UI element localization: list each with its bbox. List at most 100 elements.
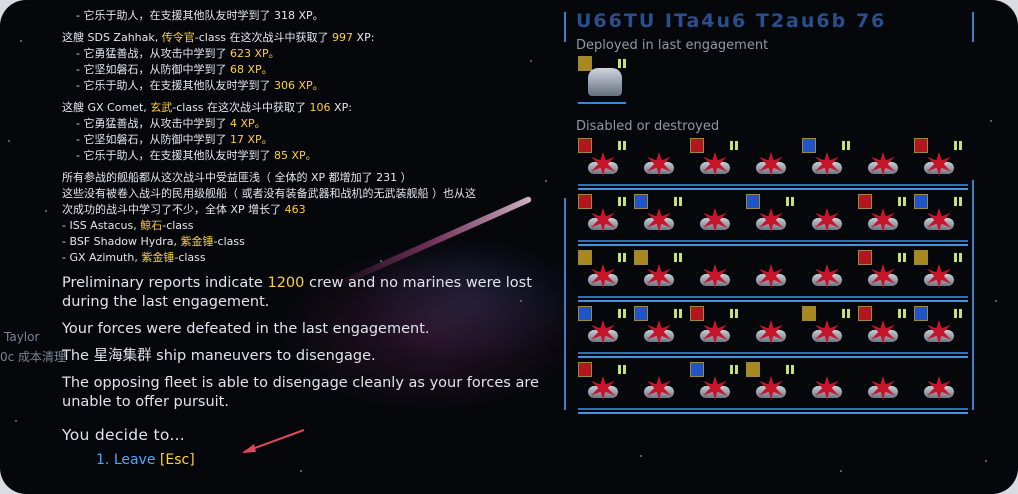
xp-line: - 它乐于助人，在支援其他队友时学到了 306 XP。 <box>62 78 562 94</box>
civilian-ship-text: -class <box>213 235 245 248</box>
status-icon <box>842 309 850 318</box>
wreck-icon <box>866 262 900 290</box>
option-number: 1. <box>96 452 110 468</box>
destroyed-ship-cell[interactable] <box>576 194 630 246</box>
destroyed-ship-cell[interactable] <box>800 306 854 358</box>
xp-line: - 它勇猛善战，从攻击中学到了 623 XP。 <box>62 46 562 62</box>
destroyed-ship-cell[interactable] <box>688 250 742 302</box>
destroyed-ship-cell[interactable] <box>744 362 798 414</box>
destroyed-ship-cell[interactable] <box>744 306 798 358</box>
ship-xp-text: XP: <box>330 101 352 114</box>
wreck-icon <box>810 150 844 178</box>
wreck-icon <box>922 262 956 290</box>
xp-line-text: - 它乐于助人，在支援其他队友时学到了 <box>76 79 274 92</box>
wreck-icon <box>866 374 900 402</box>
wreck-icon <box>586 150 620 178</box>
xp-line-text: - 它勇猛善战，从攻击中学到了 <box>76 47 230 60</box>
status-icon <box>898 253 906 262</box>
wreck-icon <box>754 374 788 402</box>
destroyed-ship-cell[interactable] <box>688 306 742 358</box>
combat-report: - 它乐于助人，在支援其他队友时学到了 318 XP。 这艘 SDS Zahha… <box>62 8 562 468</box>
xp-line: - 它乐于助人，在支援其他队友时学到了 85 XP。 <box>62 148 562 164</box>
destroyed-ship-cell[interactable] <box>856 250 910 302</box>
civilian-line-2: 次成功的战斗中学习了不少，全体 XP 增长了 463 <box>62 203 306 216</box>
status-icon <box>674 253 682 262</box>
destroyed-ship-cell[interactable] <box>856 194 910 246</box>
status-icon <box>898 197 906 206</box>
deployed-ship[interactable] <box>576 56 630 108</box>
narrative-defeat: Your forces were defeated in the last en… <box>62 321 430 337</box>
hull-bar <box>578 102 626 104</box>
wreck-icon <box>642 262 676 290</box>
civilian-ship-text: - GX Azimuth, <box>62 251 142 264</box>
destroyed-ship-cell[interactable] <box>632 194 686 246</box>
rank-badge-icon <box>578 56 592 71</box>
wreck-icon <box>754 262 788 290</box>
destroyed-ship-cell[interactable] <box>856 362 910 414</box>
civilian-ship-text: -class <box>174 251 206 264</box>
wreck-icon <box>698 262 732 290</box>
narrative-disengage: The 星海集群 ship maneuvers to disengage. <box>62 348 376 364</box>
civilian-ship-text: -class <box>162 219 194 232</box>
destroyed-ship-cell[interactable] <box>856 306 910 358</box>
pointer-arrow-icon <box>242 429 305 453</box>
wreck-icon <box>754 318 788 346</box>
option-hotkey: [Esc] <box>159 452 195 468</box>
fleet-panel: U66TU ITa4u6 T2au6b 76 Deployed in last … <box>562 0 982 420</box>
ship-xp-list: 这艘 SDS Zahhak, 传令官-class 在这次战斗中获取了 997 X… <box>62 30 562 164</box>
civilian-ship-text: 紫金锤 <box>141 251 175 264</box>
destroyed-ship-cell[interactable] <box>576 138 630 190</box>
xp-line-value: 17 XP。 <box>229 133 273 146</box>
ship-xp-block: 这艘 SDS Zahhak, 传令官-class 在这次战斗中获取了 997 X… <box>62 30 562 94</box>
leave-option[interactable]: 1. Leave [Esc] <box>96 452 562 468</box>
wreck-icon <box>698 318 732 346</box>
status-icon <box>842 141 850 150</box>
destroyed-ship-cell[interactable] <box>744 250 798 302</box>
destroyed-ship-cell[interactable] <box>800 362 854 414</box>
panel-line <box>564 198 566 410</box>
xp-line-text: - 它坚如磐石，从防御中学到了 <box>76 63 230 76</box>
destroyed-ship-cell[interactable] <box>688 194 742 246</box>
option-label[interactable]: Leave <box>114 452 156 468</box>
wreck-icon <box>586 374 620 402</box>
ship-xp-text: XP: <box>353 31 375 44</box>
destroyed-ship-cell[interactable] <box>576 306 630 358</box>
status-icon <box>618 253 626 262</box>
status-icon <box>898 309 906 318</box>
destroyed-ship-cell[interactable] <box>856 138 910 190</box>
destroyed-ship-cell[interactable] <box>912 306 966 358</box>
wreck-icon <box>698 374 732 402</box>
destroyed-ship-cell[interactable] <box>912 362 966 414</box>
destroyed-ship-cell[interactable] <box>576 250 630 302</box>
destroyed-ship-cell[interactable] <box>800 194 854 246</box>
destroyed-ship-cell[interactable] <box>632 306 686 358</box>
wreck-icon <box>642 150 676 178</box>
xp-line-value: 68 XP。 <box>229 63 273 76</box>
civilian-line-1: 这些没有被卷入战斗的民用级舰船（ 或者没有装备武器和战机的无武装舰船 ）也从这 <box>62 187 476 200</box>
civilian-ship-text: - ISS Astacus, <box>62 219 141 232</box>
wreck-icon <box>754 150 788 178</box>
destroyed-ship-cell[interactable] <box>576 362 630 414</box>
status-icon <box>618 59 626 68</box>
destroyed-ship-cell[interactable] <box>744 138 798 190</box>
report-top-partial: - 它乐于助人，在支援其他队友时学到了 318 XP。 <box>76 9 324 22</box>
destroyed-ship-cell[interactable] <box>800 138 854 190</box>
destroyed-ship-cell[interactable] <box>688 362 742 414</box>
destroyed-ship-cell[interactable] <box>912 138 966 190</box>
wreck-icon <box>810 206 844 234</box>
destroyed-ship-cell[interactable] <box>912 250 966 302</box>
destroyed-ship-cell[interactable] <box>688 138 742 190</box>
xp-line: - 它勇猛善战，从攻击中学到了 4 XP。 <box>62 116 562 132</box>
xp-line: - 它坚如磐石，从防御中学到了 68 XP。 <box>62 62 562 78</box>
ship-xp-text: 玄武 <box>150 101 173 114</box>
xp-line-text: - 它坚如磐石，从防御中学到了 <box>76 133 230 146</box>
destroyed-ship-cell[interactable] <box>632 138 686 190</box>
destroyed-ship-cell[interactable] <box>632 250 686 302</box>
destroyed-ship-cell[interactable] <box>800 250 854 302</box>
wreck-icon <box>586 206 620 234</box>
destroyed-ship-cell[interactable] <box>912 194 966 246</box>
destroyed-ship-cell[interactable] <box>744 194 798 246</box>
fleet-ship-title: U66TU ITa4u6 T2au6b 76 <box>576 10 887 32</box>
destroyed-ship-cell[interactable] <box>632 362 686 414</box>
wreck-icon <box>922 318 956 346</box>
